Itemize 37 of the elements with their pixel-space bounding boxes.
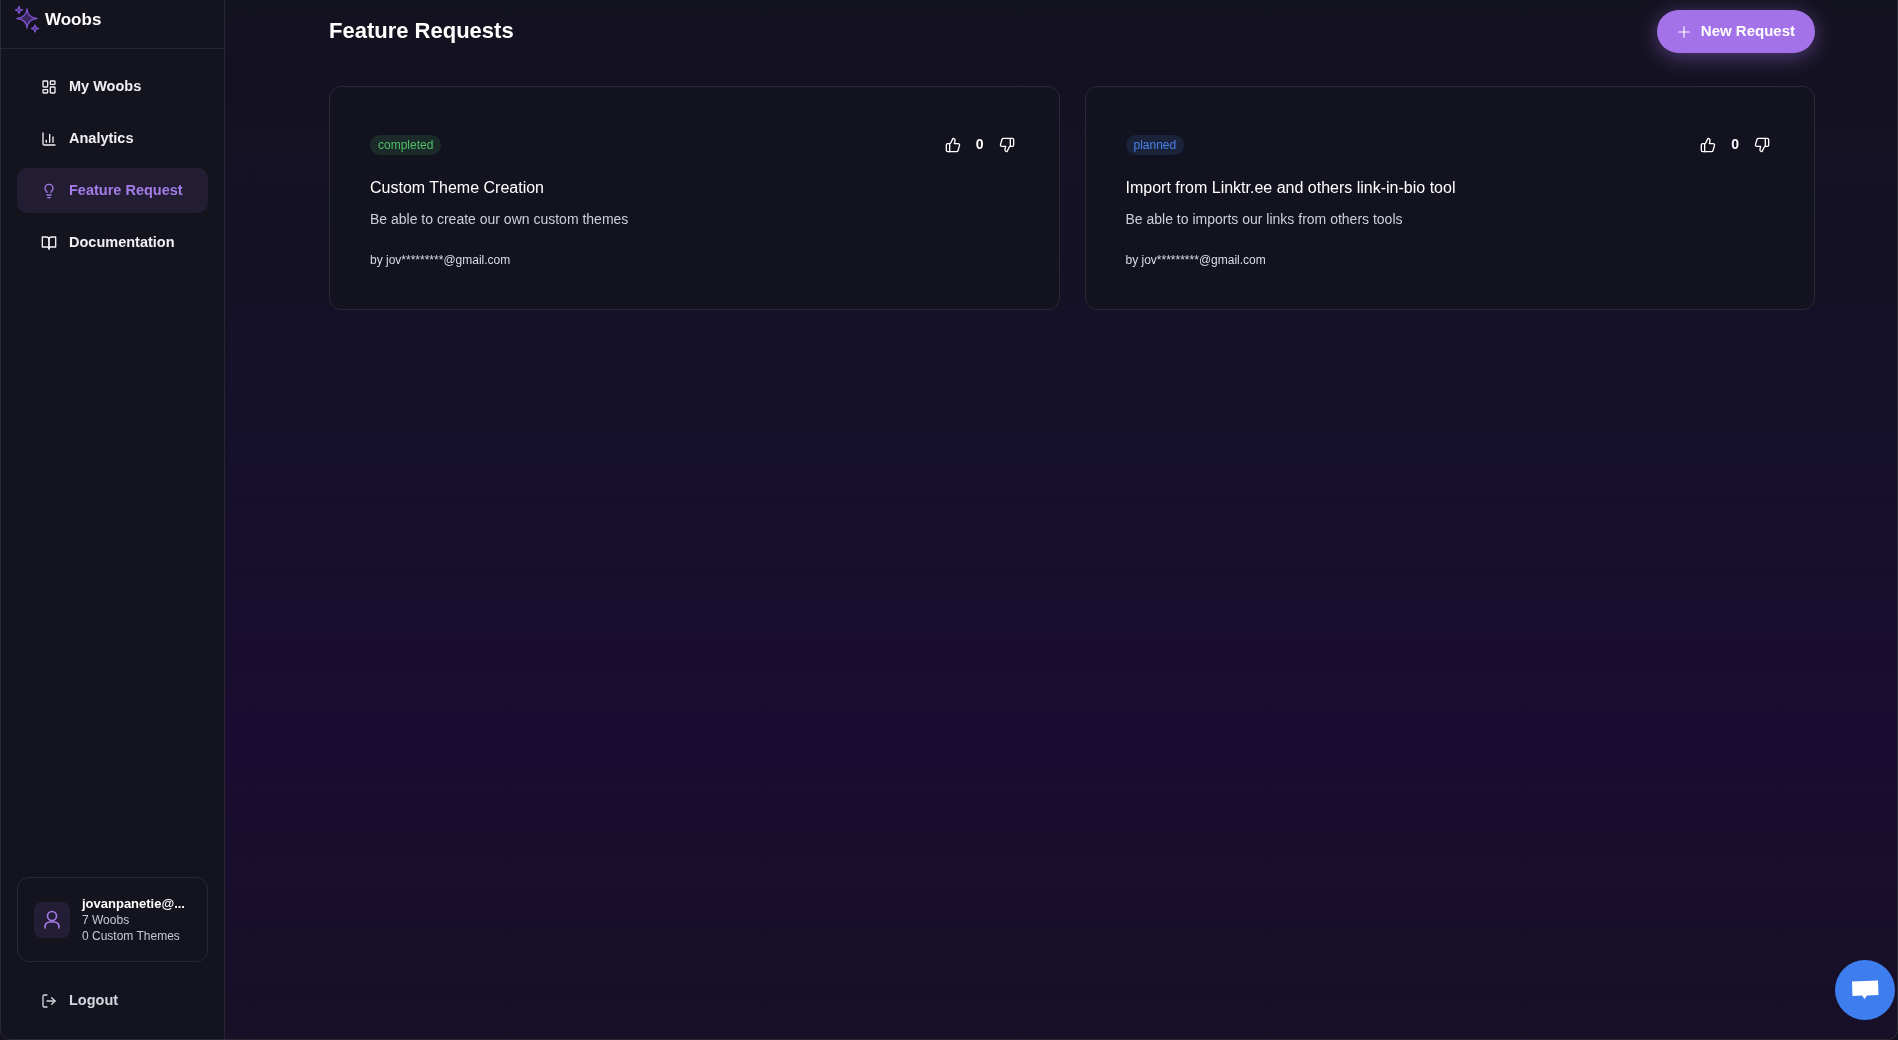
thumbs-down-icon [998,136,1015,153]
request-author: by jov*********@gmail.com [370,252,512,269]
plus-icon [1676,24,1691,39]
request-author: by jov*********@gmail.com [1125,252,1267,269]
upvote-button[interactable] [1700,136,1717,153]
lightbulb-icon [41,182,57,199]
sidebar-nav-item[interactable]: My Woobs [17,64,208,109]
downvote-button[interactable] [998,136,1015,153]
sidebar-nav-item[interactable]: Analytics [17,116,208,161]
request-description: Be able to imports our links from others tools [1125,210,1404,229]
thumbs-up-icon [1700,136,1717,153]
chat-button[interactable] [1835,960,1895,1020]
status-tag: planned [1125,134,1185,155]
custom-themes-count: 0 Custom Themes [82,928,181,944]
woobs-count: 7 Woobs [82,912,131,928]
request-title: Import from Linktr.ee and others link-in-bio tool [1125,178,1457,198]
brand-name: Woobs [45,9,102,31]
page-title: Feature Requests [329,18,514,45]
upvote-button[interactable] [944,136,961,153]
vote-count: 0 [975,135,984,154]
logout-link[interactable]: Logout [17,978,208,1023]
status-tag: completed [370,134,442,155]
book-icon [41,234,57,251]
vote-count: 0 [1731,135,1739,154]
downvote-button[interactable] [1754,136,1770,153]
request-title: Custom Theme Creation [370,178,545,198]
thumbs-up-icon [944,136,961,153]
sidebar-nav-item[interactable]: Documentation [17,220,208,265]
user-avatar-icon [34,901,70,938]
sidebar-nav-item[interactable]: Feature Request [17,168,208,213]
grid-icon [41,78,57,95]
request-description: Be able to create our own custom themes [370,210,630,229]
account-email: jovanpanetie@... [82,895,185,912]
bar-chart-icon [41,130,57,147]
sparkle-logo-icon [13,5,41,33]
logout-icon [41,992,57,1009]
thumbs-down-icon [1754,136,1770,153]
